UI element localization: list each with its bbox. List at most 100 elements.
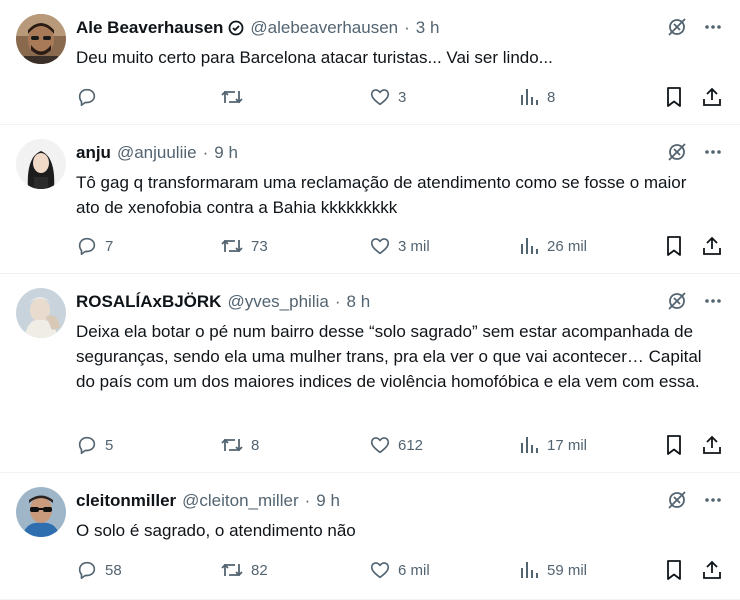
like-button[interactable]: 3 mil: [369, 233, 430, 259]
reply-icon: [76, 86, 98, 108]
like-count: 3 mil: [398, 237, 430, 255]
user-handle[interactable]: @yves_philia: [227, 292, 328, 312]
reply-button[interactable]: 58: [76, 557, 122, 583]
display-name[interactable]: Ale Beaverhausen: [76, 18, 223, 38]
timestamp[interactable]: 3 h: [416, 18, 440, 38]
reply-icon: [76, 559, 98, 581]
share-icon: [701, 434, 723, 456]
avatar[interactable]: [16, 288, 66, 338]
views-count: 26 mil: [547, 237, 588, 255]
reply-icon: [76, 235, 98, 257]
reply-button[interactable]: [76, 84, 105, 110]
like-button[interactable]: 3: [369, 84, 406, 110]
views-button[interactable]: 8: [518, 84, 555, 110]
share-button[interactable]: [701, 557, 723, 583]
share-icon: [701, 559, 723, 581]
retweet-icon: [220, 86, 244, 108]
user-handle[interactable]: @cleiton_miller: [182, 491, 298, 511]
share-button[interactable]: [701, 432, 723, 458]
reply-icon: [76, 434, 98, 456]
tweet-text: Deixa ela botar o pé num bairro desse “s…: [76, 322, 702, 391]
bookmark-button[interactable]: [664, 233, 684, 259]
share-icon: [701, 86, 723, 108]
bookmark-button[interactable]: [664, 84, 684, 110]
bookmark-icon: [664, 434, 684, 456]
like-icon: [369, 559, 391, 581]
more-icon[interactable]: [702, 487, 724, 513]
retweet-count: 8: [251, 436, 260, 454]
tweet[interactable]: cleitonmiller @cleiton_miller · 9 h O so…: [0, 473, 740, 600]
like-button[interactable]: 612: [369, 432, 423, 458]
display-name[interactable]: ROSALÍAxBJÖRK: [76, 292, 221, 312]
tweet-feed: Ale Beaverhausen @alebeaverhausen · 3 h …: [0, 0, 740, 600]
more-icon[interactable]: [702, 14, 724, 40]
avatar[interactable]: [16, 487, 66, 537]
like-icon: [369, 434, 391, 456]
retweet-button[interactable]: 73: [220, 233, 268, 259]
more-icon[interactable]: [702, 288, 724, 314]
tweet[interactable]: ROSALÍAxBJÖRK @yves_philia · 8 h Deixa e…: [0, 274, 740, 473]
separator-dot: ·: [202, 143, 209, 162]
more-icon[interactable]: [702, 139, 724, 165]
retweet-count: 73: [251, 237, 268, 255]
retweet-button[interactable]: 82: [220, 557, 268, 583]
like-icon: [369, 235, 391, 257]
like-icon: [369, 86, 391, 108]
bookmark-icon: [664, 235, 684, 257]
views-count: 8: [547, 88, 556, 106]
like-button[interactable]: 6 mil: [369, 557, 430, 583]
views-count: 59 mil: [547, 561, 588, 579]
reply-count: 5: [105, 436, 114, 454]
views-button[interactable]: 26 mil: [518, 233, 587, 259]
views-count: 17 mil: [547, 436, 588, 454]
timestamp[interactable]: 9 h: [214, 143, 238, 163]
retweet-icon: [220, 235, 244, 257]
tweet-text: Tô gag q transformaram uma reclamação de…: [76, 173, 687, 217]
grok-icon[interactable]: [666, 288, 688, 314]
separator-dot: ·: [404, 18, 410, 37]
timestamp[interactable]: 8 h: [347, 292, 371, 312]
display-name[interactable]: cleitonmiller: [76, 491, 176, 511]
reply-count: 58: [105, 561, 122, 579]
share-button[interactable]: [701, 84, 723, 110]
grok-icon[interactable]: [666, 139, 688, 165]
like-count: 3: [398, 88, 407, 106]
share-icon: [701, 235, 723, 257]
user-handle[interactable]: @alebeaverhausen: [250, 18, 398, 38]
bookmark-button[interactable]: [664, 557, 684, 583]
tweet-text: O solo é sagrado, o atendimento não: [76, 521, 356, 540]
views-button[interactable]: 59 mil: [518, 557, 587, 583]
reply-button[interactable]: 7: [76, 233, 113, 259]
grok-icon[interactable]: [666, 487, 688, 513]
user-handle[interactable]: @anjuuliie: [117, 143, 197, 163]
tweet[interactable]: anju @anjuuliie · 9 h Tô gag q transform…: [0, 125, 740, 274]
avatar[interactable]: [16, 14, 66, 64]
tweet[interactable]: Ale Beaverhausen @alebeaverhausen · 3 h …: [0, 0, 740, 125]
reply-count: 7: [105, 237, 114, 255]
retweet-count: 82: [251, 561, 268, 579]
separator-dot: ·: [304, 491, 311, 510]
tweet-text: Deu muito certo para Barcelona atacar tu…: [76, 48, 553, 67]
like-count: 6 mil: [398, 561, 430, 579]
avatar[interactable]: [16, 139, 66, 189]
bookmark-button[interactable]: [664, 432, 684, 458]
bookmark-icon: [664, 559, 684, 581]
timestamp[interactable]: 9 h: [316, 491, 340, 511]
share-button[interactable]: [701, 233, 723, 259]
reply-button[interactable]: 5: [76, 432, 113, 458]
retweet-icon: [220, 559, 244, 581]
views-icon: [518, 434, 540, 456]
bookmark-icon: [664, 86, 684, 108]
display-name[interactable]: anju: [76, 143, 111, 163]
verified-badge-icon: [228, 20, 244, 36]
retweet-button[interactable]: 8: [220, 432, 259, 458]
views-button[interactable]: 17 mil: [518, 432, 587, 458]
retweet-button[interactable]: [220, 84, 251, 110]
like-count: 612: [398, 436, 424, 454]
retweet-icon: [220, 434, 244, 456]
grok-icon[interactable]: [666, 14, 688, 40]
views-icon: [518, 86, 540, 108]
separator-dot: ·: [334, 292, 341, 311]
views-icon: [518, 559, 540, 581]
views-icon: [518, 235, 540, 257]
